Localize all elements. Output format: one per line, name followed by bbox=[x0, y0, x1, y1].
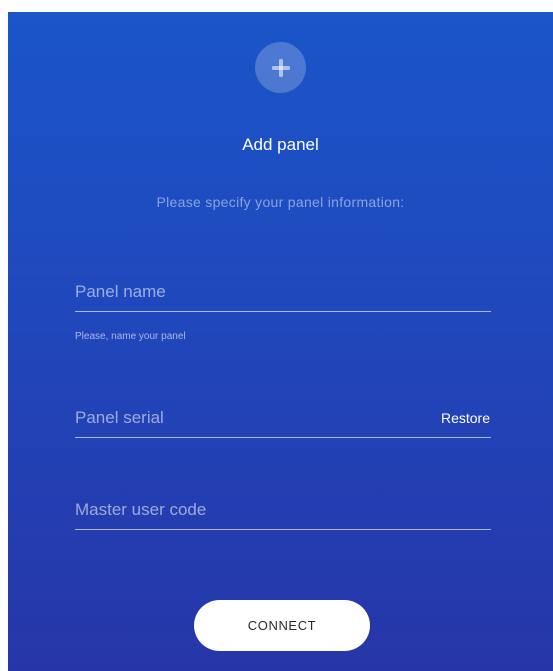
panel-name-helper: Please, name your panel bbox=[75, 331, 186, 342]
add-panel-card: Add panel Please specify your panel info… bbox=[8, 12, 553, 671]
panel-name-input[interactable] bbox=[75, 282, 491, 312]
page-title: Add panel bbox=[242, 135, 319, 154]
panel-serial-input[interactable] bbox=[75, 408, 491, 438]
restore-button[interactable]: Restore bbox=[441, 410, 490, 426]
page-subtitle: Please specify your panel information: bbox=[156, 194, 405, 210]
panel-name-field bbox=[75, 282, 491, 312]
master-user-code-input[interactable] bbox=[75, 500, 491, 530]
panel-serial-field: Restore bbox=[75, 408, 491, 438]
master-user-code-field bbox=[75, 500, 491, 530]
connect-button[interactable]: CONNECT bbox=[194, 600, 370, 651]
add-panel-button[interactable] bbox=[255, 42, 306, 93]
plus-icon bbox=[271, 58, 290, 77]
